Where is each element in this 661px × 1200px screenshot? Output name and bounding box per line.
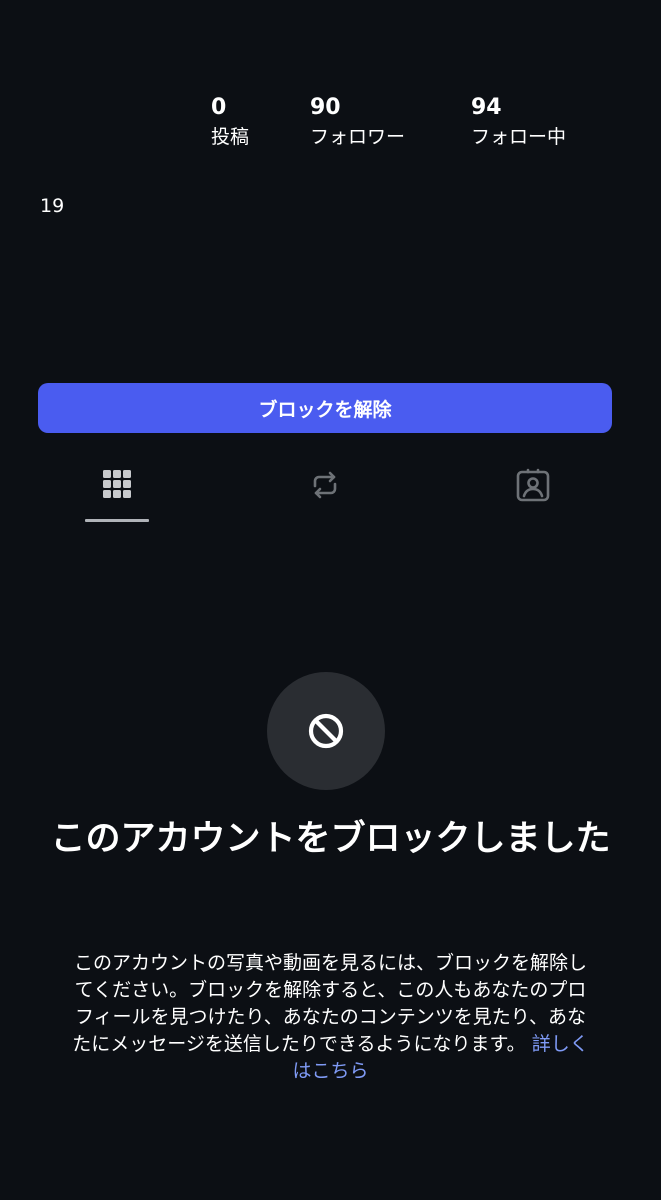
grid-icon — [103, 470, 131, 498]
block-icon — [308, 713, 344, 749]
stat-followers[interactable]: 90 フォロワー — [310, 94, 405, 150]
followers-label: フォロワー — [310, 126, 406, 148]
active-tab-indicator — [85, 519, 149, 522]
blocked-icon-circle — [267, 672, 385, 790]
blocked-description: このアカウントの写真や動画を見るには、ブロックを解除してください。ブロックを解除… — [72, 952, 587, 1055]
blocked-title: このアカウントをブロックしました — [50, 819, 611, 859]
following-label: フォロー中 — [471, 126, 567, 148]
posts-count: 0 — [211, 95, 227, 120]
blocked-description-block: このアカウントの写真や動画を見るには、ブロックを解除してください。ブロックを解除… — [70, 950, 591, 1085]
followers-count: 90 — [310, 95, 341, 120]
unblock-button[interactable]: ブロックを解除 — [38, 383, 612, 433]
posts-label: 投稿 — [211, 126, 250, 148]
stat-following[interactable]: 94 フォロー中 — [471, 94, 566, 150]
tab-grid[interactable] — [82, 462, 152, 520]
following-count: 94 — [471, 95, 502, 120]
profile-bio-age: 19 — [40, 195, 65, 217]
stat-posts: 0 投稿 — [211, 94, 249, 150]
tab-reposts[interactable] — [290, 462, 360, 520]
tagged-person-icon — [516, 468, 550, 502]
repost-icon — [313, 471, 337, 499]
tab-tagged[interactable] — [498, 462, 568, 520]
